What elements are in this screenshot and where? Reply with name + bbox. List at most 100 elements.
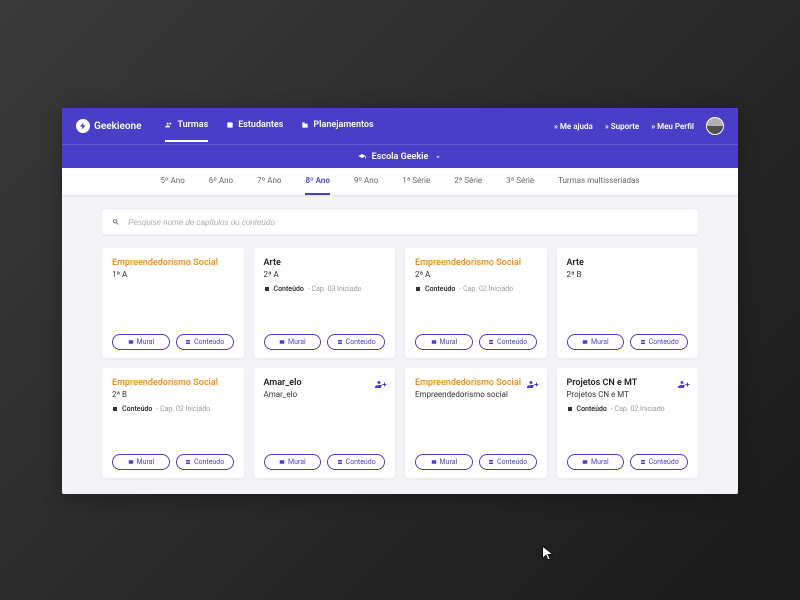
card-title: Empreendedorismo Social xyxy=(112,378,234,388)
header: Geekieone Turmas Estudantes Planejamento… xyxy=(62,108,738,144)
card-actions: Mural Conteúdo xyxy=(112,334,234,350)
conteudo-button[interactable]: Conteúdo xyxy=(479,334,537,350)
mural-icon xyxy=(431,339,437,345)
nav-tab-turmas[interactable]: Turmas xyxy=(165,110,208,142)
tab-1serie[interactable]: 1ª Série xyxy=(402,168,430,195)
link-profile[interactable]: » Meu Perfil xyxy=(651,122,694,131)
mural-button[interactable]: Mural xyxy=(415,454,473,470)
mural-icon xyxy=(128,339,134,345)
content-icon xyxy=(185,459,191,465)
book-icon xyxy=(264,286,270,292)
meta-text: - Cap. 02 Iniciado xyxy=(611,405,665,413)
card-meta: Conteúdo - Cap. 03 Iniciado xyxy=(264,285,386,293)
class-card[interactable]: Empreendedorismo Social 1ª A Mural Conte… xyxy=(102,248,244,358)
card-subtitle: Projetos CN e MT xyxy=(567,390,689,399)
card-title: Arte xyxy=(567,258,689,268)
cursor-icon xyxy=(540,545,556,561)
nav-label: Planejamentos xyxy=(313,120,373,130)
search-bar[interactable] xyxy=(102,210,698,234)
avatar[interactable] xyxy=(706,117,724,135)
card-title: Empreendedorismo Social xyxy=(415,258,537,268)
search-input[interactable] xyxy=(128,218,688,227)
class-card[interactable]: Projetos CN e MT Projetos CN e MT Conteú… xyxy=(557,368,699,478)
link-help[interactable]: » Me ajuda xyxy=(554,122,593,131)
card-title: Arte xyxy=(264,258,386,268)
badge-icon xyxy=(226,121,234,129)
conteudo-button[interactable]: Conteúdo xyxy=(327,334,385,350)
card-meta: Conteúdo - Cap. 02 Iniciado xyxy=(567,405,689,413)
card-subtitle: 2ª B xyxy=(567,270,689,279)
search-icon xyxy=(112,218,120,226)
meta-text: - Cap. 02 Iniciado xyxy=(459,285,513,293)
school-selector[interactable]: Escola Geekie xyxy=(62,144,738,168)
tab-3serie[interactable]: 3ª Série xyxy=(506,168,534,195)
tab-8ano[interactable]: 8º Ano xyxy=(305,168,329,195)
card-actions: Mural Conteúdo xyxy=(112,454,234,470)
card-title: Amar_elo xyxy=(264,378,386,388)
mural-icon xyxy=(279,339,285,345)
content-icon xyxy=(488,459,494,465)
card-subtitle: 2ª B xyxy=(112,390,234,399)
tab-7ano[interactable]: 7º Ano xyxy=(257,168,281,195)
mural-button[interactable]: Mural xyxy=(567,454,625,470)
mural-button[interactable]: Mural xyxy=(112,454,170,470)
tab-5ano[interactable]: 5º Ano xyxy=(160,168,184,195)
group-add-icon[interactable] xyxy=(678,376,690,395)
class-card[interactable]: Arte 2ª B Mural Conteúdo xyxy=(557,248,699,358)
folder-icon xyxy=(301,121,309,129)
mural-button[interactable]: Mural xyxy=(567,334,625,350)
brand-logo[interactable]: Geekieone xyxy=(76,119,141,133)
tab-multi[interactable]: Turmas multisseriadas xyxy=(558,168,639,195)
mural-button[interactable]: Mural xyxy=(264,454,322,470)
group-add-icon[interactable] xyxy=(527,376,539,395)
conteudo-button[interactable]: Conteúdo xyxy=(176,334,234,350)
card-title: Empreendedorismo Social xyxy=(112,258,234,268)
card-actions: Mural Conteúdo xyxy=(415,334,537,350)
nav-label: Turmas xyxy=(177,120,208,130)
book-icon xyxy=(567,406,573,412)
link-support[interactable]: » Suporte xyxy=(605,122,639,131)
mural-icon xyxy=(582,459,588,465)
group-add-icon[interactable] xyxy=(375,376,387,395)
meta-text: - Cap. 03 Iniciado xyxy=(308,285,362,293)
school-name: Escola Geekie xyxy=(372,152,429,162)
mural-button[interactable]: Mural xyxy=(112,334,170,350)
mural-icon xyxy=(128,459,134,465)
content-icon xyxy=(640,459,646,465)
conteudo-button[interactable]: Conteúdo xyxy=(630,334,688,350)
tab-2serie[interactable]: 2ª Série xyxy=(454,168,482,195)
tab-6ano[interactable]: 6º Ano xyxy=(209,168,233,195)
chevron-down-icon xyxy=(434,153,442,161)
card-subtitle: Amar_elo xyxy=(264,390,386,399)
tab-9ano[interactable]: 9º Ano xyxy=(354,168,378,195)
nav-right: » Me ajuda » Suporte » Meu Perfil xyxy=(554,117,724,135)
nav-tab-planejamentos[interactable]: Planejamentos xyxy=(301,110,373,142)
class-card[interactable]: Empreendedorismo Social 2ª B Conteúdo - … xyxy=(102,368,244,478)
nav-tab-estudantes[interactable]: Estudantes xyxy=(226,110,283,142)
card-title: Empreendedorismo Social xyxy=(415,378,537,388)
brand-text: Geekieone xyxy=(94,121,141,132)
conteudo-button[interactable]: Conteúdo xyxy=(630,454,688,470)
nav-tabs: Turmas Estudantes Planejamentos xyxy=(165,110,373,142)
meta-label: Conteúdo xyxy=(577,405,607,413)
class-card[interactable]: Empreendedorismo Social 2ª A Conteúdo - … xyxy=(405,248,547,358)
bolt-icon xyxy=(76,119,90,133)
mural-button[interactable]: Mural xyxy=(264,334,322,350)
content-area: Empreendedorismo Social 1ª A Mural Conte… xyxy=(62,196,738,494)
conteudo-button[interactable]: Conteúdo xyxy=(176,454,234,470)
conteudo-button[interactable]: Conteúdo xyxy=(327,454,385,470)
class-card[interactable]: Amar_elo Amar_elo Mural Conteúdo xyxy=(254,368,396,478)
class-card[interactable]: Arte 2ª A Conteúdo - Cap. 03 Iniciado Mu… xyxy=(254,248,396,358)
card-actions: Mural Conteúdo xyxy=(567,334,689,350)
nav-label: Estudantes xyxy=(238,120,283,130)
school-icon xyxy=(358,153,366,161)
app-window: Geekieone Turmas Estudantes Planejamento… xyxy=(62,108,738,494)
meta-label: Conteúdo xyxy=(425,285,455,293)
class-card[interactable]: Empreendedorismo Social Empreendedorismo… xyxy=(405,368,547,478)
content-icon xyxy=(640,339,646,345)
content-icon xyxy=(488,339,494,345)
mural-button[interactable]: Mural xyxy=(415,334,473,350)
conteudo-button[interactable]: Conteúdo xyxy=(479,454,537,470)
card-actions: Mural Conteúdo xyxy=(567,454,689,470)
card-subtitle: 1ª A xyxy=(112,270,234,279)
